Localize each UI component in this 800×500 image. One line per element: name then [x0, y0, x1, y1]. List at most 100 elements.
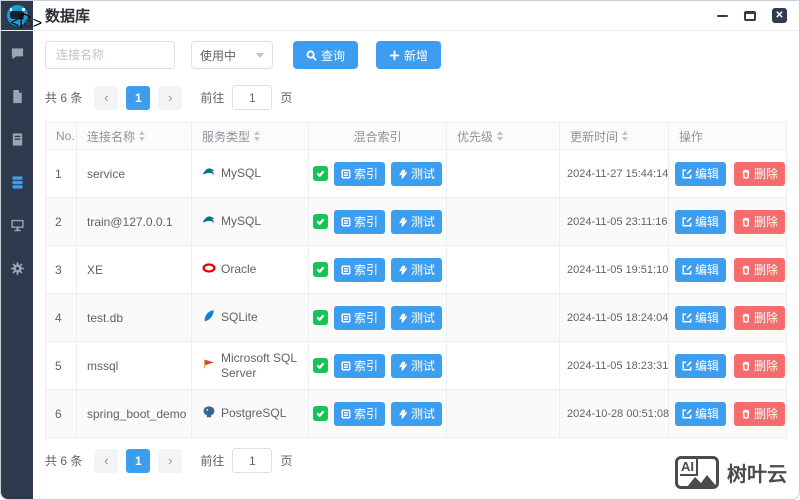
edit-button[interactable]: 编辑	[675, 305, 727, 330]
row-no: 1	[55, 166, 62, 181]
index-button[interactable]: 索引	[333, 257, 385, 282]
cell-updated: 2024-11-05 18:23:31	[560, 342, 669, 389]
column-header-2[interactable]: 服务类型	[192, 123, 309, 149]
indexed-checkbox[interactable]	[312, 406, 328, 421]
cell-updated: 2024-10-28 00:51:08	[560, 390, 669, 437]
add-button[interactable]: 新增	[376, 41, 442, 69]
sidebar-item-documents[interactable]	[9, 88, 25, 104]
edit-button[interactable]: 编辑	[675, 161, 727, 186]
status-select[interactable]: 使用中	[191, 41, 273, 69]
sort-caret-icon[interactable]	[254, 131, 261, 141]
sidebar-item-book[interactable]	[9, 131, 25, 147]
cell-no: 3	[46, 246, 77, 293]
delete-button[interactable]: 删除	[734, 257, 786, 282]
cell-operations: 编辑 删除	[669, 342, 786, 389]
cell-priority	[447, 294, 560, 341]
table-row: 1 service MySQL 索引 测试 2024-11-27 15:44:1…	[46, 150, 786, 198]
search-icon	[306, 50, 317, 61]
row-db-label: MySQL	[221, 214, 262, 228]
test-button[interactable]: 测试	[391, 161, 443, 186]
index-button-label: 索引	[353, 359, 378, 373]
test-button-label: 测试	[411, 311, 436, 325]
cell-name: mssql	[77, 342, 192, 389]
sort-caret-icon[interactable]	[622, 131, 629, 141]
cell-mixed-index: 索引 测试	[309, 294, 447, 341]
next-page-button[interactable]: ›	[158, 85, 183, 110]
indexed-checkbox[interactable]	[312, 214, 328, 229]
cell-updated: 2024-11-27 15:44:14	[560, 150, 669, 197]
maximize-icon[interactable]	[744, 10, 756, 21]
edit-button[interactable]: 编辑	[675, 257, 727, 282]
trash-icon	[742, 169, 750, 178]
edit-button[interactable]: 编辑	[675, 209, 727, 234]
delete-button[interactable]: 删除	[734, 161, 786, 186]
index-button[interactable]: 索引	[333, 209, 385, 234]
lightning-icon	[399, 312, 408, 323]
delete-button[interactable]: 删除	[734, 209, 786, 234]
index-button[interactable]: 索引	[333, 161, 385, 186]
prev-page-button[interactable]: ‹	[94, 448, 119, 473]
index-icon	[341, 169, 351, 178]
cell-priority	[447, 150, 560, 197]
column-header-4[interactable]: 优先级	[447, 123, 560, 149]
test-button[interactable]: 测试	[391, 305, 443, 330]
edit-button-label: 编辑	[695, 311, 720, 325]
cell-name: XE	[77, 246, 192, 293]
sort-caret-icon[interactable]	[139, 131, 146, 141]
delete-button[interactable]: 删除	[734, 305, 786, 330]
delete-button[interactable]: 删除	[734, 353, 786, 378]
index-button[interactable]: 索引	[333, 401, 385, 426]
search-button[interactable]: 查询	[293, 41, 359, 69]
prev-page-button[interactable]: ‹	[94, 85, 119, 110]
index-button[interactable]: 索引	[333, 305, 385, 330]
edit-button-label: 编辑	[695, 407, 720, 421]
sort-caret-icon[interactable]	[497, 131, 504, 141]
sidebar-item-settings[interactable]	[9, 260, 25, 276]
cell-db-type: Microsoft SQL Server	[192, 342, 309, 389]
sidebar-item-monitor[interactable]	[9, 217, 25, 233]
cell-no: 1	[46, 150, 77, 197]
test-button[interactable]: 测试	[391, 401, 443, 426]
page-number-button[interactable]: 1	[126, 448, 151, 473]
edit-button[interactable]: 编辑	[675, 353, 727, 378]
goto-page-input[interactable]	[232, 448, 273, 473]
delete-button[interactable]: 删除	[734, 401, 786, 426]
lightning-icon	[399, 408, 408, 419]
sidebar-item-database[interactable]	[9, 174, 25, 190]
test-button[interactable]: 测试	[391, 209, 443, 234]
column-header-5[interactable]: 更新时间	[560, 123, 669, 149]
page-number-button[interactable]: 1	[126, 85, 151, 110]
row-db-label: PostgreSQL	[221, 406, 287, 420]
indexed-checkbox[interactable]	[312, 166, 328, 181]
edit-button[interactable]: 编辑	[675, 401, 727, 426]
column-header-label: 优先级	[457, 129, 494, 144]
indexed-checkbox[interactable]	[312, 310, 328, 325]
table-row: 4 test.db SQLite 索引 测试 2024-11-05 18:24:…	[46, 294, 786, 342]
index-button[interactable]: 索引	[333, 353, 385, 378]
indexed-checkbox[interactable]	[312, 262, 328, 277]
column-header-1[interactable]: 连接名称	[77, 123, 192, 149]
close-icon[interactable]: ✕	[772, 8, 787, 23]
delete-button-label: 删除	[754, 359, 779, 373]
cell-no: 2	[46, 198, 77, 245]
next-page-button[interactable]: ›	[158, 448, 183, 473]
lightning-icon	[399, 168, 408, 179]
column-header-label: 连接名称	[87, 129, 136, 144]
connection-name-input[interactable]	[45, 41, 175, 69]
index-button-label: 索引	[353, 263, 378, 277]
row-updated: 2024-11-05 18:23:31	[567, 359, 669, 372]
plus-icon	[389, 50, 400, 60]
table-row: 5 mssql Microsoft SQL Server 索引 测试 2024-…	[46, 342, 786, 390]
lightning-icon	[399, 360, 408, 371]
minimize-icon[interactable]	[717, 14, 728, 17]
cell-db-type: SQLite	[192, 294, 309, 341]
database-icon	[11, 175, 23, 189]
sidebar-item-chat[interactable]	[9, 45, 25, 61]
goto-page-input[interactable]	[232, 85, 273, 110]
test-button[interactable]: 测试	[391, 353, 443, 378]
indexed-checkbox[interactable]	[312, 358, 328, 373]
add-button-label: 新增	[404, 48, 429, 63]
column-header-label: No.	[56, 129, 75, 143]
cell-db-type: MySQL	[192, 198, 309, 245]
test-button[interactable]: 测试	[391, 257, 443, 282]
